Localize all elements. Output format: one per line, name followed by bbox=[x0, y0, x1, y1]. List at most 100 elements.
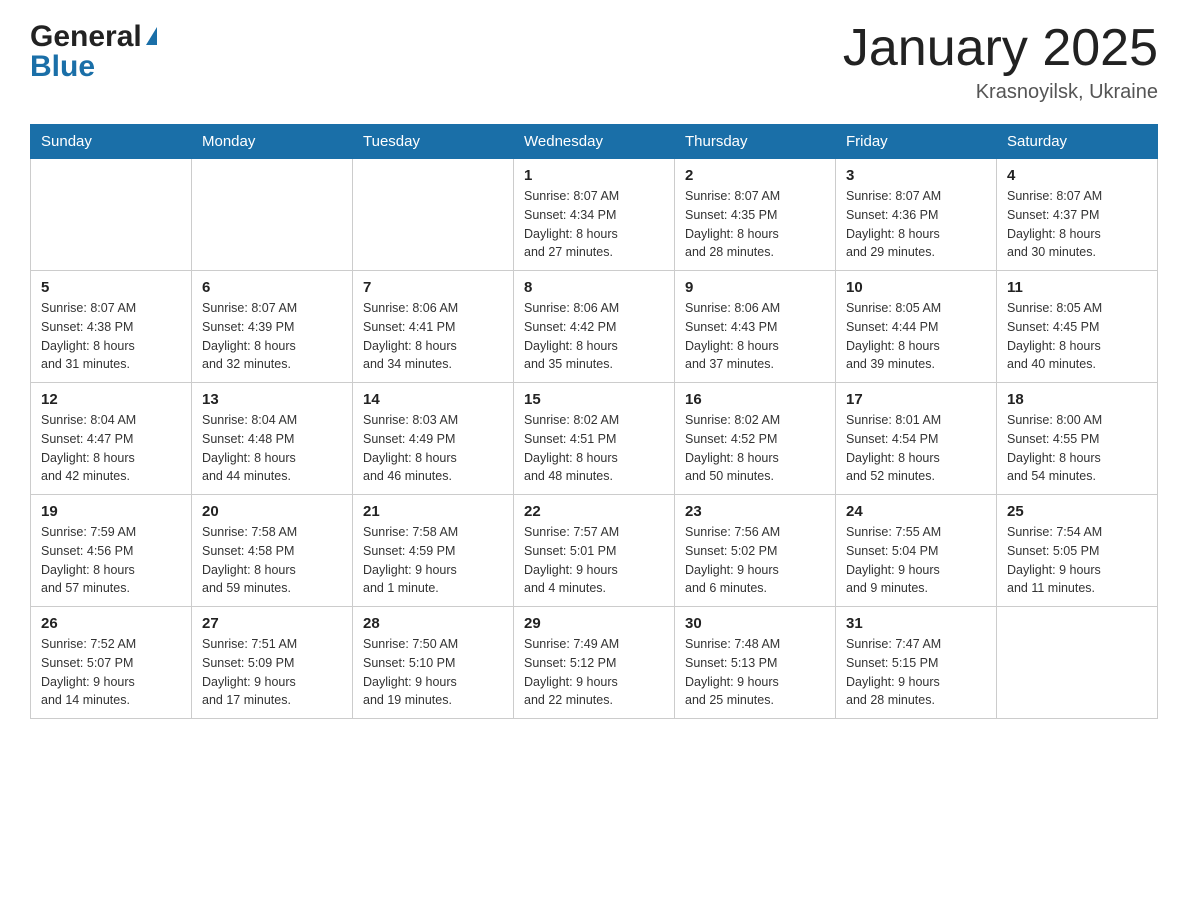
day-cell: 30 Sunrise: 7:48 AM Sunset: 5:13 PM Dayli… bbox=[675, 607, 836, 719]
day-info: Sunrise: 8:05 AM Sunset: 4:45 PM Dayligh… bbox=[1007, 299, 1147, 374]
title-block: January 2025 Krasnoyilsk, Ukraine bbox=[843, 20, 1158, 104]
day-cell: 18Sunrise: 8:00 AM Sunset: 4:55 PM Dayli… bbox=[997, 383, 1158, 495]
day-number: 14 bbox=[363, 391, 503, 408]
day-info: Sunrise: 8:06 AM Sunset: 4:41 PM Dayligh… bbox=[363, 299, 503, 374]
week-row-4: 19 Sunrise: 7:59 AM Sunset: 4:56 PM Dayli… bbox=[31, 495, 1158, 607]
day-cell: 24 Sunrise: 7:55 AM Sunset: 5:04 PM Dayli… bbox=[836, 495, 997, 607]
logo-general-text: General bbox=[30, 20, 142, 54]
column-header-saturday: Saturday bbox=[997, 125, 1158, 159]
day-number: 8 bbox=[524, 279, 664, 296]
day-info: Sunrise: 7:58 AM Sunset: 4:59 PM Dayligh… bbox=[363, 523, 503, 598]
day-info: Sunrise: 7:55 AM Sunset: 5:04 PM Dayligh… bbox=[846, 523, 986, 598]
day-number: 7 bbox=[363, 279, 503, 296]
month-title: January 2025 bbox=[843, 20, 1158, 77]
day-number: 23 bbox=[685, 503, 825, 520]
day-info: Sunrise: 8:07 AM Sunset: 4:39 PM Dayligh… bbox=[202, 299, 342, 374]
day-cell: 11 Sunrise: 8:05 AM Sunset: 4:45 PM Dayli… bbox=[997, 271, 1158, 383]
day-cell: 21 Sunrise: 7:58 AM Sunset: 4:59 PM Dayli… bbox=[353, 495, 514, 607]
day-number: 19 bbox=[41, 503, 181, 520]
day-cell: 15Sunrise: 8:02 AM Sunset: 4:51 PM Dayli… bbox=[514, 383, 675, 495]
day-info: Sunrise: 8:07 AM Sunset: 4:38 PM Dayligh… bbox=[41, 299, 181, 374]
column-header-tuesday: Tuesday bbox=[353, 125, 514, 159]
day-info: Sunrise: 7:57 AM Sunset: 5:01 PM Dayligh… bbox=[524, 523, 664, 598]
week-row-5: 26 Sunrise: 7:52 AM Sunset: 5:07 PM Dayli… bbox=[31, 607, 1158, 719]
day-cell: 1 Sunrise: 8:07 AM Sunset: 4:34 PM Daylig… bbox=[514, 159, 675, 271]
day-cell: 26 Sunrise: 7:52 AM Sunset: 5:07 PM Dayli… bbox=[31, 607, 192, 719]
column-header-sunday: Sunday bbox=[31, 125, 192, 159]
day-cell bbox=[353, 159, 514, 271]
day-cell: 10 Sunrise: 8:05 AM Sunset: 4:44 PM Dayli… bbox=[836, 271, 997, 383]
day-cell: 23 Sunrise: 7:56 AM Sunset: 5:02 PM Dayli… bbox=[675, 495, 836, 607]
day-info: Sunrise: 8:00 AM Sunset: 4:55 PM Dayligh… bbox=[1007, 411, 1147, 486]
day-cell: 4Sunrise: 8:07 AM Sunset: 4:37 PM Daylig… bbox=[997, 159, 1158, 271]
day-cell: 9Sunrise: 8:06 AM Sunset: 4:43 PM Daylig… bbox=[675, 271, 836, 383]
day-info: Sunrise: 8:07 AM Sunset: 4:35 PM Dayligh… bbox=[685, 187, 825, 262]
day-cell: 5 Sunrise: 8:07 AM Sunset: 4:38 PM Daylig… bbox=[31, 271, 192, 383]
day-cell: 14 Sunrise: 8:03 AM Sunset: 4:49 PM Dayli… bbox=[353, 383, 514, 495]
day-cell: 19 Sunrise: 7:59 AM Sunset: 4:56 PM Dayli… bbox=[31, 495, 192, 607]
day-cell bbox=[997, 607, 1158, 719]
column-header-thursday: Thursday bbox=[675, 125, 836, 159]
location: Krasnoyilsk, Ukraine bbox=[843, 81, 1158, 104]
day-cell: 2 Sunrise: 8:07 AM Sunset: 4:35 PM Daylig… bbox=[675, 159, 836, 271]
day-cell: 25Sunrise: 7:54 AM Sunset: 5:05 PM Dayli… bbox=[997, 495, 1158, 607]
logo-blue-text: Blue bbox=[30, 50, 95, 84]
day-info: Sunrise: 7:48 AM Sunset: 5:13 PM Dayligh… bbox=[685, 635, 825, 710]
day-cell: 6Sunrise: 8:07 AM Sunset: 4:39 PM Daylig… bbox=[192, 271, 353, 383]
day-cell: 12Sunrise: 8:04 AM Sunset: 4:47 PM Dayli… bbox=[31, 383, 192, 495]
day-cell bbox=[192, 159, 353, 271]
day-number: 3 bbox=[846, 167, 986, 184]
day-info: Sunrise: 8:06 AM Sunset: 4:43 PM Dayligh… bbox=[685, 299, 825, 374]
logo: General Blue bbox=[30, 20, 157, 84]
day-number: 2 bbox=[685, 167, 825, 184]
day-cell: 27Sunrise: 7:51 AM Sunset: 5:09 PM Dayli… bbox=[192, 607, 353, 719]
day-cell: 8 Sunrise: 8:06 AM Sunset: 4:42 PM Daylig… bbox=[514, 271, 675, 383]
day-cell: 16Sunrise: 8:02 AM Sunset: 4:52 PM Dayli… bbox=[675, 383, 836, 495]
week-row-2: 5 Sunrise: 8:07 AM Sunset: 4:38 PM Daylig… bbox=[31, 271, 1158, 383]
day-number: 29 bbox=[524, 615, 664, 632]
day-number: 26 bbox=[41, 615, 181, 632]
day-info: Sunrise: 8:06 AM Sunset: 4:42 PM Dayligh… bbox=[524, 299, 664, 374]
day-cell: 20 Sunrise: 7:58 AM Sunset: 4:58 PM Dayli… bbox=[192, 495, 353, 607]
day-number: 10 bbox=[846, 279, 986, 296]
day-info: Sunrise: 7:50 AM Sunset: 5:10 PM Dayligh… bbox=[363, 635, 503, 710]
day-info: Sunrise: 7:59 AM Sunset: 4:56 PM Dayligh… bbox=[41, 523, 181, 598]
day-cell: 7 Sunrise: 8:06 AM Sunset: 4:41 PM Daylig… bbox=[353, 271, 514, 383]
day-info: Sunrise: 8:03 AM Sunset: 4:49 PM Dayligh… bbox=[363, 411, 503, 486]
day-number: 5 bbox=[41, 279, 181, 296]
day-cell bbox=[31, 159, 192, 271]
day-info: Sunrise: 7:58 AM Sunset: 4:58 PM Dayligh… bbox=[202, 523, 342, 598]
day-number: 30 bbox=[685, 615, 825, 632]
day-info: Sunrise: 8:07 AM Sunset: 4:36 PM Dayligh… bbox=[846, 187, 986, 262]
day-number: 27 bbox=[202, 615, 342, 632]
day-info: Sunrise: 7:49 AM Sunset: 5:12 PM Dayligh… bbox=[524, 635, 664, 710]
day-number: 20 bbox=[202, 503, 342, 520]
day-number: 24 bbox=[846, 503, 986, 520]
day-number: 1 bbox=[524, 167, 664, 184]
day-number: 11 bbox=[1007, 279, 1147, 296]
day-cell: 29 Sunrise: 7:49 AM Sunset: 5:12 PM Dayli… bbox=[514, 607, 675, 719]
day-number: 15 bbox=[524, 391, 664, 408]
day-info: Sunrise: 7:52 AM Sunset: 5:07 PM Dayligh… bbox=[41, 635, 181, 710]
column-header-friday: Friday bbox=[836, 125, 997, 159]
day-number: 17 bbox=[846, 391, 986, 408]
day-number: 31 bbox=[846, 615, 986, 632]
calendar-table: SundayMondayTuesdayWednesdayThursdayFrid… bbox=[30, 124, 1158, 719]
day-cell: 13Sunrise: 8:04 AM Sunset: 4:48 PM Dayli… bbox=[192, 383, 353, 495]
day-number: 25 bbox=[1007, 503, 1147, 520]
day-info: Sunrise: 8:05 AM Sunset: 4:44 PM Dayligh… bbox=[846, 299, 986, 374]
day-info: Sunrise: 8:07 AM Sunset: 4:34 PM Dayligh… bbox=[524, 187, 664, 262]
week-row-3: 12Sunrise: 8:04 AM Sunset: 4:47 PM Dayli… bbox=[31, 383, 1158, 495]
day-number: 21 bbox=[363, 503, 503, 520]
day-info: Sunrise: 7:56 AM Sunset: 5:02 PM Dayligh… bbox=[685, 523, 825, 598]
day-cell: 22Sunrise: 7:57 AM Sunset: 5:01 PM Dayli… bbox=[514, 495, 675, 607]
day-info: Sunrise: 8:07 AM Sunset: 4:37 PM Dayligh… bbox=[1007, 187, 1147, 262]
column-header-monday: Monday bbox=[192, 125, 353, 159]
day-info: Sunrise: 8:04 AM Sunset: 4:48 PM Dayligh… bbox=[202, 411, 342, 486]
week-row-1: 1 Sunrise: 8:07 AM Sunset: 4:34 PM Daylig… bbox=[31, 159, 1158, 271]
day-info: Sunrise: 7:47 AM Sunset: 5:15 PM Dayligh… bbox=[846, 635, 986, 710]
day-cell: 17Sunrise: 8:01 AM Sunset: 4:54 PM Dayli… bbox=[836, 383, 997, 495]
page-header: General Blue January 2025 Krasnoyilsk, U… bbox=[30, 20, 1158, 104]
day-number: 12 bbox=[41, 391, 181, 408]
header-row: SundayMondayTuesdayWednesdayThursdayFrid… bbox=[31, 125, 1158, 159]
